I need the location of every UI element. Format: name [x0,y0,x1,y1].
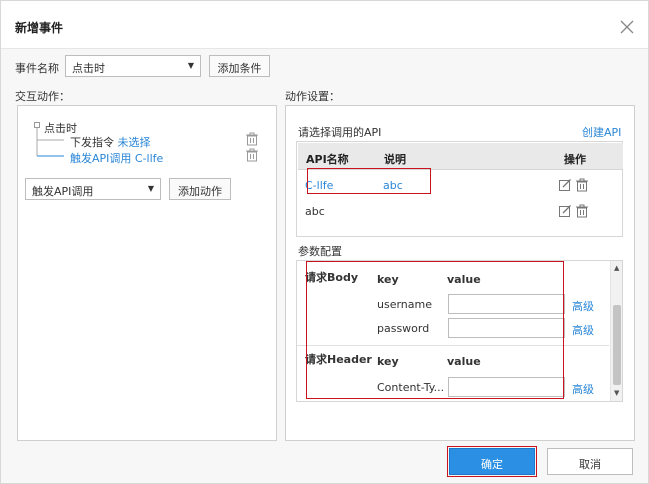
action-select[interactable]: 触发API调用 ▼ [25,178,161,200]
api-description-cell: abc [383,179,403,192]
param-key: username [377,298,432,311]
edit-icon[interactable] [558,204,572,218]
table-row[interactable]: abc [297,198,622,224]
api-select-label: 请选择调用的API [298,126,382,139]
param-value-input[interactable] [448,318,565,338]
trash-icon[interactable] [575,204,589,218]
confirm-button[interactable]: 确定 [449,448,535,475]
cancel-button[interactable]: 取消 [547,448,633,475]
value-header: value [447,273,481,286]
key-header: key [377,355,399,368]
advanced-link[interactable]: 高级 [572,322,594,338]
column-header-api-name: API名称 [306,153,349,166]
event-name-select[interactable]: 点击时 ▼ [65,55,201,77]
key-header: key [377,273,399,286]
scrollbar-thumb[interactable] [613,305,621,385]
tree-node-trigger-api[interactable]: 触发API调用 C-llfe [70,150,163,166]
action-select-value: 触发API调用 [32,185,94,198]
section-divider [297,345,609,346]
caret-down-icon: ▼ [147,184,154,193]
trash-icon[interactable] [575,178,589,192]
column-header-description: 说明 [384,153,406,166]
settings-label: 动作设置： [285,90,340,103]
params-label: 参数配置 [298,245,342,258]
param-key: Content-Ty... [377,381,445,394]
request-body-title: 请求Body [305,271,358,284]
settings-panel: 请选择调用的API 创建API API名称 说明 操作 C-llfe abc a… [285,105,635,441]
add-condition-button[interactable]: 添加条件 [209,55,270,77]
trash-icon[interactable] [245,148,259,162]
scrollbar-track[interactable]: ▲ ▼ [610,261,622,401]
tree-node-prefix: 下发指令 [70,136,114,149]
api-table: API名称 说明 操作 C-llfe abc abc [296,141,623,237]
interaction-panel: 点击时 下发指令 未选择 触发API调用 C-llfe [17,105,277,441]
tree-node-value: C-llfe [134,152,164,165]
param-key: password [377,322,430,335]
column-header-actions: 操作 [564,153,586,166]
api-name-cell[interactable]: abc [305,205,325,218]
event-name-label: 事件名称 [15,62,59,75]
value-header: value [447,355,481,368]
advanced-link[interactable]: 高级 [572,381,594,397]
dialog-title: 新增事件 [15,21,64,35]
new-event-dialog: 新增事件 事件名称 点击时 ▼ 添加条件 交互动作： 点击时 下发指令 未选择 … [0,0,649,484]
request-header-title: 请求Header [305,353,372,366]
dialog-titlebar: 新增事件 [1,1,648,49]
trash-icon[interactable] [245,132,259,146]
add-action-button[interactable]: 添加动作 [169,178,231,200]
tree-node-value[interactable]: 未选择 [118,136,151,149]
advanced-link[interactable]: 高级 [572,298,594,314]
api-name-cell[interactable]: C-llfe [305,179,333,192]
tree-node-prefix: 触发API调用 [70,152,132,165]
param-value-input[interactable] [448,294,565,314]
close-icon[interactable] [620,20,634,34]
tree-node-send-command[interactable]: 下发指令 未选择 [70,134,151,150]
api-table-header: API名称 说明 操作 [298,143,623,170]
scroll-up-icon[interactable]: ▲ [614,264,619,272]
scroll-down-icon[interactable]: ▼ [614,389,619,397]
event-name-value: 点击时 [72,62,105,75]
edit-icon[interactable] [558,178,572,192]
table-row[interactable]: C-llfe abc [297,172,622,198]
create-api-link[interactable]: 创建API [582,124,621,140]
params-scroll-area[interactable]: 请求Body key value username 高级 password 高级… [296,260,623,402]
interaction-label: 交互动作： [15,90,70,103]
caret-down-icon: ▼ [187,61,194,70]
param-value-input[interactable] [448,377,565,397]
